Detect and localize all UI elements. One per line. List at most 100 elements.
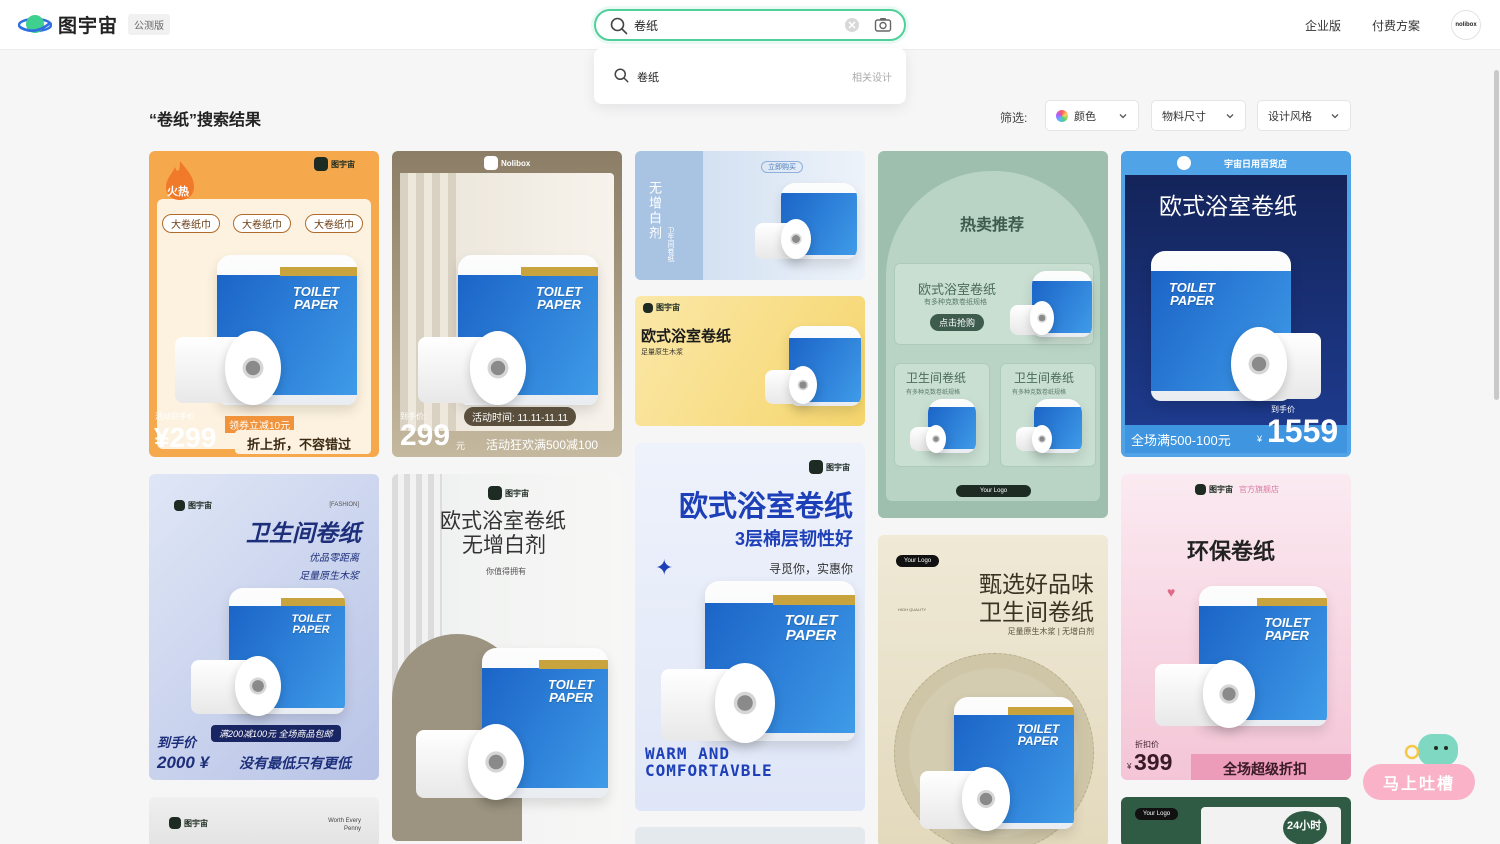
design-card[interactable]: Your Logo 甄选好品味 卫生间卷纸 足量原生木浆 | 无增白剂 HIGH… [878,535,1108,844]
title-line2: 卫生间卷纸 [979,600,1094,626]
logo[interactable]: 图宇宙 公测版 [18,11,171,38]
brand-name: 图宇宙 [188,501,212,510]
card-sub: 足量原生木浆 | 无增白剂 [1007,627,1094,636]
brand-logo-icon [643,302,653,313]
suggestion-tag: 相关设计 [852,73,892,84]
vertical-sub: 卫生间卷纸 [667,227,674,262]
filter-color[interactable]: 颜色 [1045,100,1139,131]
design-card[interactable]: 热卖推荐 欧式浴室卷纸 有多种克数卷纸规格 点击抢购 卫生间卷纸 有多种克数卷纸… [878,151,1108,518]
logo-text: 图宇宙 [58,16,119,37]
search-icon [610,17,628,35]
promo-text: 活动狂欢满500减100 [486,438,599,452]
logo-pill: Your Logo [896,555,940,567]
design-card[interactable]: 图宇宙 欧式浴室卷纸 足量原生木浆 [635,296,865,426]
price: 1559 [1267,413,1339,449]
search-input[interactable] [634,15,834,35]
design-card[interactable]: 图宇宙 [FASHION] 卫生间卷纸 优品零距离 足量原生木浆 TOILET P… [149,474,379,780]
nav-pricing[interactable]: 付费方案 [1372,17,1420,34]
design-card[interactable]: 宇宙日用百货店 欧式浴室卷纸 TOILET PAPER 全场满500-100元 到… [1121,151,1351,457]
brand-badge: 图宇宙 [488,486,529,500]
design-card[interactable]: 图宇宙 欧式浴室卷纸 3层棉层韧性好 寻觅你，实惠你 ✦ TOILET PAPER… [635,443,865,811]
event-time: 活动时间: 11.11-11.11 [464,407,576,426]
card-title: 欧式浴室卷纸 [678,491,853,523]
card-line2: 优品零距离 [309,553,359,564]
design-card[interactable]: 无增白剂 卫生间卷纸 立即购买 [635,151,865,280]
camera-icon[interactable] [874,16,892,34]
price-unit: 元 [456,441,466,451]
design-card[interactable]: 图宇宙 欧式浴室卷纸 无增白剂 你值得拥有 TOILET PAPER [392,474,622,841]
brand-logo-icon [1195,484,1206,495]
brand-name: 图宇宙 [331,159,355,169]
design-card[interactable]: 图宇宙 Worth Every Penny [149,797,379,844]
hot-label: 火热 [167,186,189,198]
scrollbar-thumb[interactable] [1494,70,1499,400]
promo-text: 全场满500-100元 [1131,433,1231,448]
feedback-button[interactable]: 马上吐槽 [1363,764,1475,800]
filter-color-label: 颜色 [1074,110,1096,123]
avatar[interactable]: nolibox [1451,10,1481,40]
brand-logo-icon [488,486,502,500]
card-title: 欧式浴室卷纸 [641,328,732,345]
badge-text: 24小时 [1287,820,1322,832]
design-card[interactable]: Your Logo 24小时 [1121,797,1351,844]
brand-name: 图宇宙 [656,303,680,312]
filter-style[interactable]: 设计风格 [1257,100,1351,131]
price: 299 [400,419,451,452]
brand-badge: 图宇宙 [174,500,212,511]
card-line2: 3层棉层韧性好 [734,529,853,549]
tile-title: 卫生间卷纸 [1014,371,1075,385]
card-title: 卫生间卷纸 [246,520,361,547]
design-card[interactable]: 火热 图宇宙 大卷纸巾 大卷纸巾 大卷纸巾 TOILET PAPER 活动到手价 … [149,151,379,457]
fashion-tag: [FASHION] [329,502,359,508]
promo-banner: 满200减100元 全场商品包邮 [211,725,341,742]
brand-name: Nolibox [501,158,531,168]
tile-title: 欧式浴室卷纸 [918,283,997,298]
beta-badge: 公测版 [128,14,171,35]
toilet-paper-image: TOILET PAPER [661,577,861,747]
toilet-paper-image: TOILET PAPER [1153,584,1333,734]
search-box[interactable] [594,9,906,41]
toilet-paper-image: TOILET PAPER [189,586,349,726]
vertical-title: 无增白剂 [647,181,662,241]
brand-badge: 图宇宙 [314,157,355,171]
slogan: 折上折，不容错过 [247,437,352,452]
tag-chip: 大卷纸巾 [233,214,291,233]
price-label: 活动到手价 [155,412,195,421]
design-card[interactable]: Nolibox TOILET PAPER 到手价: 299 元 活动时间: 11.… [392,151,622,457]
filter-label: 筛选: [1000,111,1028,125]
brand-name: 图宇宙 [505,488,529,498]
planet-logo-icon [18,14,52,33]
brand-logo-icon [809,460,823,474]
price: ¥299 [154,422,217,453]
nav-enterprise[interactable]: 企业版 [1305,17,1341,34]
toilet-paper-image [1014,397,1084,459]
design-card[interactable] [635,827,865,844]
filter-size[interactable]: 物料尺寸 [1151,100,1246,131]
suggestion-item[interactable]: 卷纸 [637,69,659,85]
tile-title: 卫生间卷纸 [906,371,967,385]
design-card[interactable]: 图宇宙 官方旗舰店 环保卷纸 ♥ TOILET PAPER 折扣价 ¥ 399 全场… [1121,474,1351,780]
grab-button: 点击抢购 [930,314,985,331]
brand-badge: 图宇宙 [809,460,850,474]
mascot-icon [1404,734,1458,766]
brand-badge: 图宇宙 [169,817,208,829]
clear-icon[interactable] [844,17,860,33]
page-scrollbar[interactable] [1493,50,1500,844]
price: 2000 ¥ [157,753,209,772]
results-title: “卷纸”搜索结果 [149,112,262,129]
toilet-paper-image [745,181,860,276]
currency-symbol: ¥ [1127,762,1132,771]
brand-badge: 图宇宙 [643,302,680,313]
card-sub: 足量原生木浆 [641,349,683,356]
card-line3: 寻觅你，实惠你 [768,562,853,576]
toilet-paper-image: TOILET PAPER [418,251,608,411]
brand-name: 图宇宙 [826,462,850,472]
brand-name: 图宇宙 [184,818,208,828]
search-suggestion-dropdown: 卷纸 相关设计 [594,48,906,104]
brand-name: 图宇宙 [1209,485,1233,494]
brand-badge: 图宇宙 官方旗舰店 [1195,484,1279,495]
toilet-paper-image: TOILET PAPER [171,249,361,409]
card-title: 欧式浴室卷纸 [1159,193,1297,219]
tagline: Worth Every Penny [328,818,361,832]
card-line2: 无增白剂 [462,534,546,557]
